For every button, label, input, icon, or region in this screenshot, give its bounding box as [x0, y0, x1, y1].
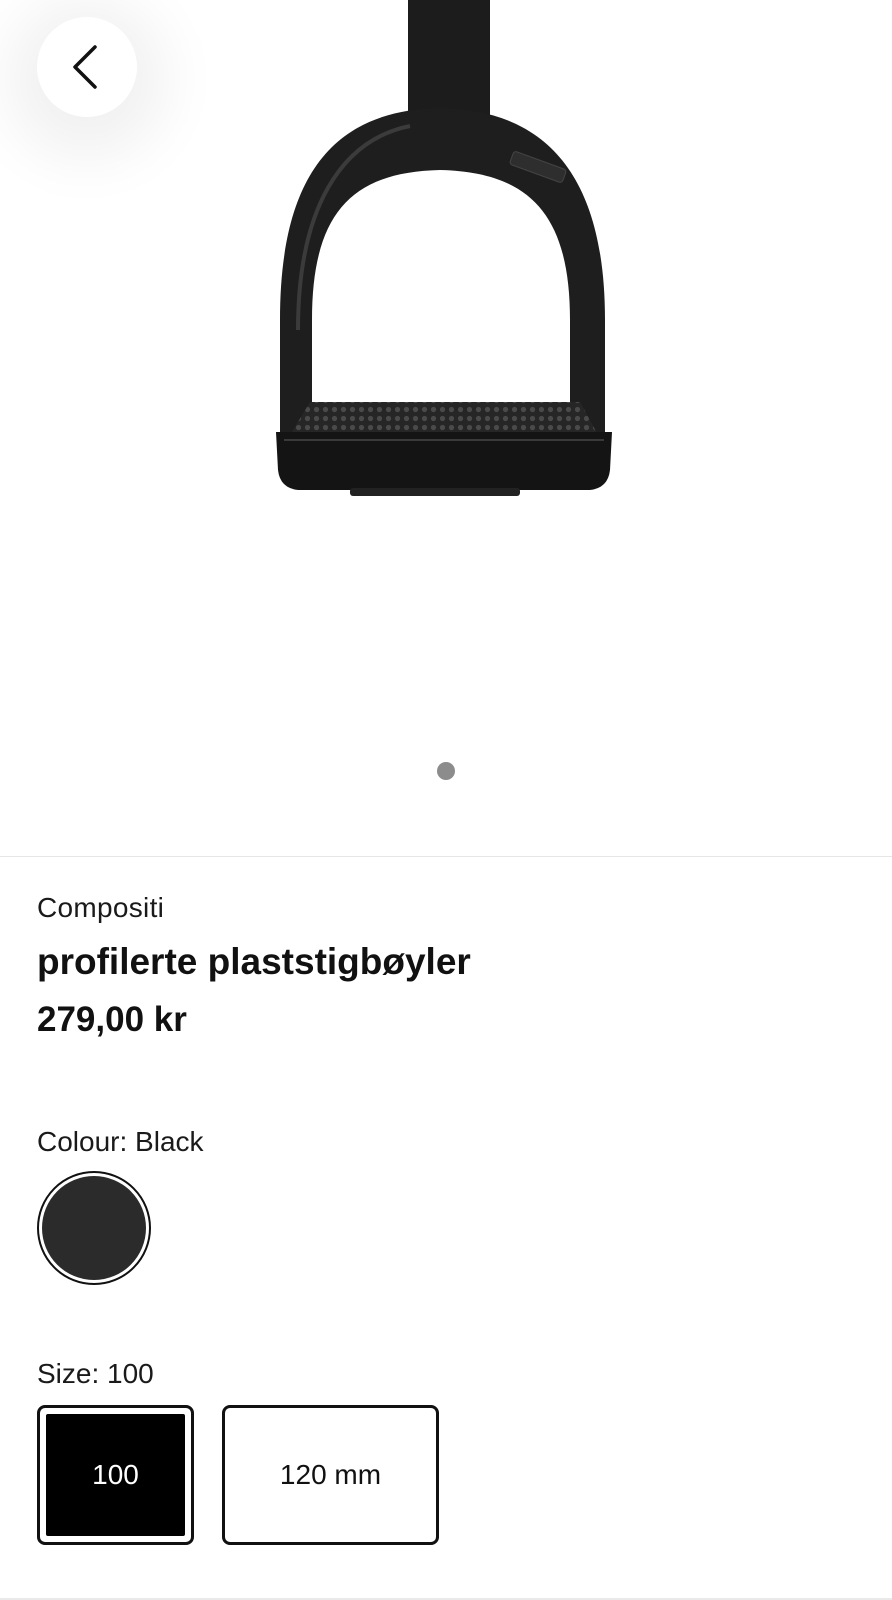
product-title: profilerte plaststigbøyler [37, 941, 471, 982]
section-divider [0, 856, 892, 857]
product-image-stirrup [276, 0, 612, 496]
size-option-label: 100 [46, 1414, 185, 1536]
product-price: 279,00 kr [37, 1000, 187, 1039]
product-info: Compositi profilerte plaststigbøyler 279… [37, 880, 857, 1044]
size-option-label: 120 mm [279, 1459, 382, 1490]
product-image-gallery[interactable] [0, 0, 892, 856]
size-option-100[interactable]: 100 [37, 1405, 194, 1545]
colour-swatch-fill [42, 1176, 146, 1280]
back-button[interactable] [37, 17, 137, 117]
colour-swatch-black[interactable] [37, 1171, 151, 1285]
size-option-120-mm[interactable]: 120 mm [222, 1405, 439, 1545]
chevron-left-icon [73, 45, 97, 89]
size-label: Size: 100 [37, 1358, 154, 1389]
image-pager-dot[interactable] [437, 762, 455, 780]
colour-label: Colour: Black [37, 1126, 204, 1157]
product-brand: Compositi [37, 892, 165, 923]
